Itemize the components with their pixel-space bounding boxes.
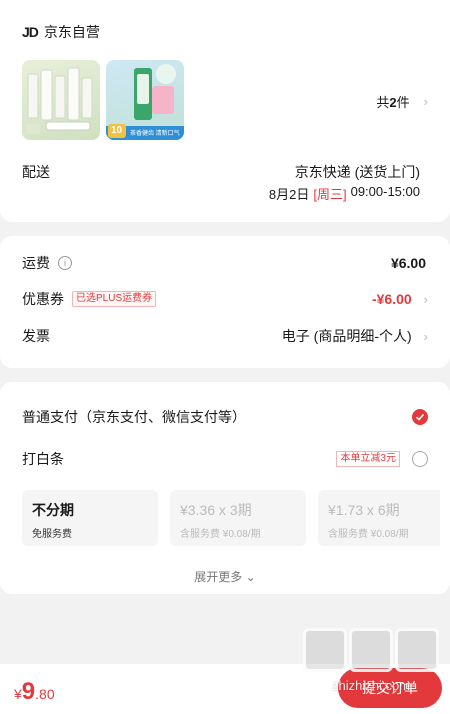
coupon-row[interactable]: 优惠券 已选PLUS运费券 -¥6.00 › xyxy=(22,288,428,310)
freight-label: 运费 xyxy=(22,255,50,271)
invoice-row[interactable]: 发票 电子 (商品明细-个人) › xyxy=(22,325,428,347)
baitiao-discount-tag: 本单立减3元 xyxy=(336,451,400,467)
expand-more-link[interactable]: 展开更多 ⌄ xyxy=(0,568,450,585)
shipping-label: 配送 xyxy=(22,164,50,180)
store-header: JD 京东自营 xyxy=(22,22,100,42)
bottom-bar: ¥ 9 .80 提交订单 xyxy=(0,664,450,714)
total-integer: 9 xyxy=(21,678,36,705)
toothpaste-caption: 茶香健齿 清新口气 xyxy=(130,131,180,137)
invoice-value: 电子 (商品明细-个人) xyxy=(281,328,412,344)
coupon-label: 优惠券 xyxy=(22,291,64,307)
plan-main: ¥3.36 x 3期 xyxy=(180,502,252,518)
currency-symbol: ¥ xyxy=(14,686,22,702)
shipping-method[interactable]: 京东快递 (送货上门) xyxy=(295,162,420,182)
shipping-timeslot: 09:00-15:00 xyxy=(350,184,420,199)
plan-sub: 含服务费 ¥0.08/期 xyxy=(180,529,261,540)
store-name: 京东自营 xyxy=(43,24,100,40)
plan-main: ¥1.73 x 6期 xyxy=(328,502,400,518)
product-image-toothpaste[interactable]: 10 茶香健齿 清新口气 xyxy=(106,60,184,140)
total-decimal: .80 xyxy=(35,686,55,702)
plan-sub: 免服务费 xyxy=(32,529,72,540)
chevron-right-icon: › xyxy=(423,328,428,344)
fees-card: 运费 i ¥6.00 优惠券 已选PLUS运费券 -¥6.00 › 发票 电子 … xyxy=(0,236,450,368)
cleanser-bottles-icon xyxy=(26,67,93,134)
toothpaste-badge: 10 xyxy=(111,125,123,136)
normal-pay-row[interactable]: 普通支付（京东支付、微信支付等） xyxy=(22,406,428,428)
baitiao-label: 打白条 xyxy=(22,451,64,467)
plan-3-installments[interactable]: ¥3.36 x 3期 含服务费 ¥0.08/期 xyxy=(170,490,306,546)
info-icon[interactable]: i xyxy=(58,256,72,270)
plan-sub: 含服务费 ¥0.08/期 xyxy=(328,529,409,540)
baitiao-row[interactable]: 打白条 本单立减3元 xyxy=(22,448,428,470)
store-card: JD 京东自营 10 茶香健齿 清新口气 共2件 › 配送 京东快递 (送货上门… xyxy=(0,0,450,222)
item-count-link[interactable]: 共2件 › xyxy=(376,92,428,111)
jd-logo: JD xyxy=(22,24,39,40)
chevron-right-icon: › xyxy=(423,291,428,307)
freight-value: ¥6.00 xyxy=(390,255,426,271)
submit-order-button[interactable]: 提交订单 xyxy=(338,668,442,708)
order-total: ¥ 9 .80 xyxy=(14,678,55,706)
product-thumbnails[interactable]: 10 茶香健齿 清新口气 xyxy=(22,60,184,140)
installment-plans: 不分期 免服务费 ¥3.36 x 3期 含服务费 ¥0.08/期 ¥1.73 x… xyxy=(22,490,440,546)
product-image-cleanser[interactable] xyxy=(22,60,100,140)
payment-card: 普通支付（京东支付、微信支付等） 打白条 本单立减3元 不分期 免服务费 ¥3.… xyxy=(0,382,450,594)
plan-6-installments[interactable]: ¥1.73 x 6期 含服务费 ¥0.08/期 xyxy=(318,490,440,546)
normal-pay-label: 普通支付（京东支付、微信支付等） xyxy=(22,409,246,425)
shipping-weekday: [周三] xyxy=(313,187,347,202)
chevron-right-icon: › xyxy=(423,94,428,109)
plan-main: 不分期 xyxy=(32,502,74,518)
shipping-date: 8月2日 xyxy=(268,187,310,202)
plan-no-installment[interactable]: 不分期 免服务费 xyxy=(22,490,158,546)
chevron-down-icon: ⌄ xyxy=(245,570,256,584)
expand-more-label: 展开更多 xyxy=(194,570,243,584)
radio-checked-icon[interactable] xyxy=(412,409,428,425)
freight-row: 运费 i ¥6.00 xyxy=(22,252,428,274)
shipping-time[interactable]: 8月2日 [周三] 09:00-15:00 xyxy=(269,184,420,203)
invoice-label: 发票 xyxy=(22,328,50,344)
radio-unchecked-icon[interactable] xyxy=(412,451,428,467)
coupon-value: -¥6.00 xyxy=(371,291,412,307)
item-count-text: 共2件 xyxy=(376,95,410,110)
plus-coupon-tag: 已选PLUS运费券 xyxy=(72,291,157,307)
